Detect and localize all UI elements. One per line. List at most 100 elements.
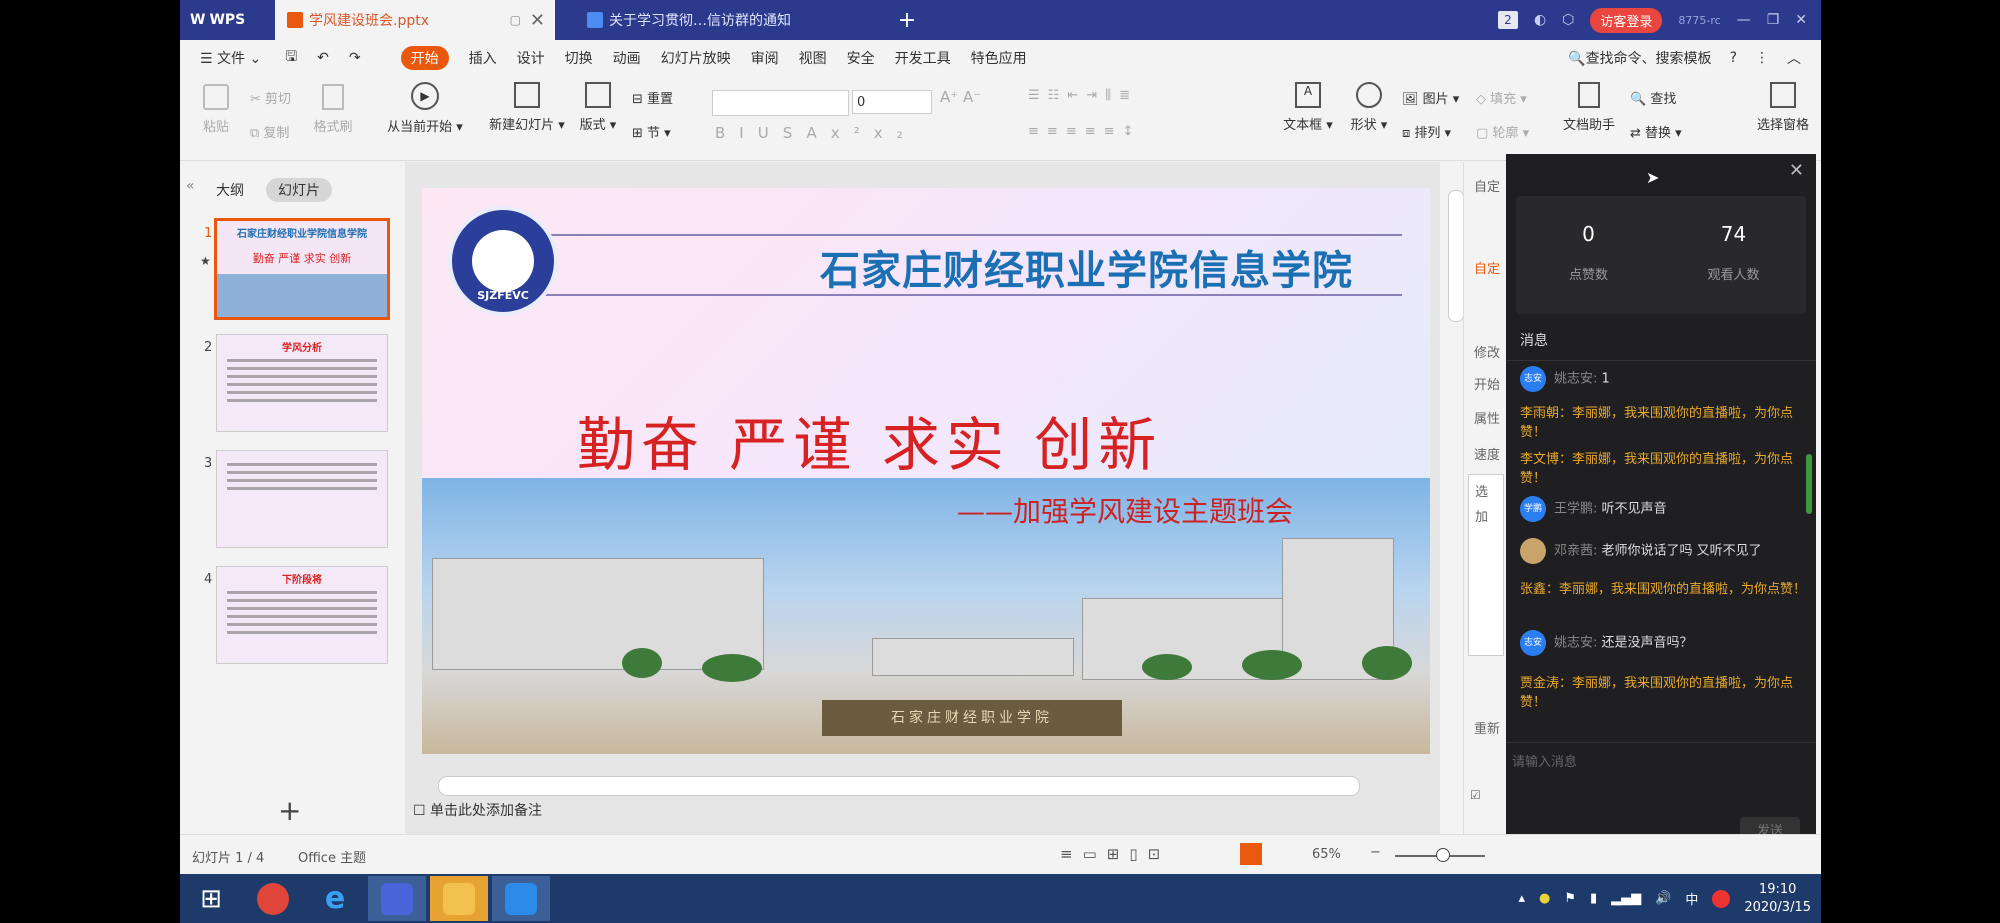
font-color-icon[interactable]: A (807, 124, 831, 142)
animation-list[interactable]: 选 加 (1468, 474, 1504, 656)
theme-name[interactable]: Office 主题 (298, 847, 366, 866)
collapse-panel-icon[interactable]: « (186, 178, 195, 194)
ime-indicator[interactable]: 中 (1685, 889, 1698, 908)
doc-assistant-button[interactable]: 文档助手 (1556, 82, 1622, 133)
tab-slides[interactable]: 幻灯片 (266, 178, 332, 202)
network-icon[interactable]: ▂▄▆ (1611, 891, 1641, 906)
menu-tab-security[interactable]: 安全 (847, 48, 875, 68)
slide-thumbnail-3[interactable] (216, 450, 388, 548)
grow-font-icon[interactable]: A⁺ (940, 88, 958, 106)
font-size-input[interactable]: 0 (852, 90, 932, 114)
replace-button[interactable]: ⇄ 替换 ▾ (1630, 122, 1700, 141)
add-slide-button[interactable]: + (278, 794, 301, 827)
select-pane-button[interactable]: 选择窗格 (1750, 82, 1816, 133)
restore-icon[interactable]: ❐ (1767, 12, 1780, 28)
start-button[interactable]: ⊞ (182, 876, 240, 921)
system-clock[interactable]: 19:10 2020/3/15 (1744, 881, 1811, 917)
presenter-view-icon[interactable]: ⊡ (1148, 845, 1171, 863)
menu-tab-home[interactable]: 开始 (400, 46, 449, 70)
vertical-scrollbar[interactable] (1448, 190, 1464, 322)
italic-icon[interactable]: I (739, 124, 757, 142)
visitor-login-button[interactable]: 访客登录 (1590, 7, 1663, 33)
textbox-button[interactable]: A 文本框 ▾ (1280, 82, 1336, 133)
new-slide-button[interactable]: 新建幻灯片 ▾ (482, 82, 572, 133)
taskbar-app-1[interactable] (244, 876, 302, 921)
decrease-indent-icon[interactable]: ⇤ (1067, 88, 1086, 103)
taskbar-ie[interactable]: e (306, 876, 364, 921)
slide-canvas[interactable]: SJZFEVC 石家庄财经职业学院信息学院 勤奋 严谨 求实 创新 石家庄财经职… (422, 188, 1430, 754)
menu-tab-design[interactable]: 设计 (517, 48, 545, 68)
font-name-input[interactable] (712, 90, 849, 116)
sogou-icon[interactable] (1712, 889, 1731, 908)
cut-button[interactable]: ✂ 剪切 (250, 88, 310, 107)
copy-button[interactable]: ⧉ 复制 (250, 122, 310, 141)
numbering-icon[interactable]: ☷ (1048, 88, 1068, 103)
close-window-icon[interactable]: ✕ (1795, 12, 1807, 28)
arrange-button[interactable]: ⧈ 排列 ▾ (1402, 122, 1472, 141)
minimize-icon[interactable]: — (1737, 12, 1751, 28)
normal-view-icon[interactable]: ▭ (1083, 845, 1107, 863)
increase-indent-icon[interactable]: ⇥ (1086, 88, 1105, 103)
shrink-font-icon[interactable]: A⁻ (963, 88, 981, 106)
bold-icon[interactable]: B (715, 124, 739, 142)
bullets-icon[interactable]: ☰ (1028, 88, 1048, 103)
volume-icon[interactable]: 🔊 (1655, 891, 1671, 906)
sorter-view-icon[interactable]: ⊞ (1107, 845, 1130, 863)
tab-document-2[interactable]: 关于学习贯彻…信访群的通知 (575, 0, 820, 40)
format-painter-button[interactable]: 格式刷 (308, 84, 358, 135)
tray-app-icon[interactable]: ● (1539, 891, 1550, 906)
more-icon[interactable]: ⋮ (1755, 50, 1769, 66)
tab-window-icon[interactable]: ▢ (510, 13, 521, 27)
skin-icon[interactable]: ◐ (1534, 12, 1546, 28)
slide-thumbnail-2[interactable]: 学风分析 (216, 334, 388, 432)
outline-button[interactable]: ▢ 轮廓 ▾ (1476, 122, 1546, 141)
battery-icon[interactable]: ▮ (1590, 891, 1597, 906)
menu-tab-insert[interactable]: 插入 (469, 48, 497, 68)
menu-tab-view[interactable]: 视图 (799, 48, 827, 68)
help-icon[interactable]: ? (1730, 50, 1737, 66)
pane-label-2[interactable]: 自定 (1474, 258, 1500, 277)
subscript-icon[interactable]: x₂ (874, 124, 917, 142)
find-button[interactable]: 🔍 查找 (1630, 88, 1700, 107)
window-count-badge[interactable]: 2 (1497, 11, 1518, 29)
save-icon[interactable]: 🖫 (285, 46, 297, 70)
taskbar-live-app[interactable] (492, 876, 550, 921)
tab-outline[interactable]: 大纲 (210, 178, 250, 202)
line-spacing-icon[interactable]: ↕ (1123, 124, 1142, 139)
section-button[interactable]: ⊞ 节 ▾ (632, 122, 692, 141)
paste-button[interactable]: 粘贴 (194, 84, 238, 135)
taskbar-app-feishu[interactable] (430, 876, 488, 921)
menu-tab-developer[interactable]: 开发工具 (895, 48, 951, 68)
menu-tab-slideshow[interactable]: 幻灯片放映 (661, 48, 731, 68)
zoom-slider-handle[interactable] (1436, 848, 1450, 862)
flag-icon[interactable]: ⚑ (1564, 891, 1576, 906)
message-input[interactable]: 请输入消息 (1512, 751, 1577, 770)
menu-tab-transition[interactable]: 切换 (565, 48, 593, 68)
justify-icon[interactable]: ≡ (1085, 124, 1104, 139)
redo-icon[interactable]: ↷ (349, 50, 361, 66)
undo-icon[interactable]: ↶ (317, 50, 329, 66)
slide-thumbnail-4[interactable]: 下阶段将 (216, 566, 388, 664)
reading-view-icon[interactable]: ▯ (1129, 845, 1147, 863)
align-text-icon[interactable]: ≣ (1119, 88, 1138, 103)
autopreview-checkbox[interactable]: ☑ (1470, 788, 1481, 802)
close-tab-icon[interactable]: ✕ (530, 10, 545, 31)
notes-toggle-icon[interactable]: ≡ (1060, 845, 1083, 863)
collapse-ribbon-icon[interactable]: ︿ (1787, 48, 1801, 68)
fill-button[interactable]: ◇ 填充 ▾ (1476, 88, 1546, 107)
slideshow-play-button[interactable] (1240, 843, 1262, 865)
menu-tab-review[interactable]: 审阅 (751, 48, 779, 68)
play-from-current-button[interactable]: ▶ 从当前开始 ▾ (380, 82, 470, 135)
slide-thumbnail-1[interactable]: 石家庄财经职业学院信息学院 勤奋 严谨 求实 创新 (214, 218, 390, 320)
notes-area[interactable]: ☐ 单击此处添加备注 (413, 800, 542, 820)
align-right-icon[interactable]: ≡ (1066, 124, 1085, 139)
layout-button[interactable]: 版式 ▾ (576, 82, 620, 133)
align-center-icon[interactable]: ≡ (1047, 124, 1066, 139)
text-direction-icon[interactable]: ⫼ (1105, 88, 1119, 103)
command-search[interactable]: 🔍查找命令、搜索模板 (1568, 48, 1711, 68)
align-left-icon[interactable]: ≡ (1028, 124, 1047, 139)
superscript-icon[interactable]: x² (831, 124, 874, 142)
close-live-panel-icon[interactable]: ✕ (1789, 160, 1804, 181)
zoom-level[interactable]: 65% (1312, 847, 1341, 862)
taskbar-wps[interactable] (368, 876, 426, 921)
